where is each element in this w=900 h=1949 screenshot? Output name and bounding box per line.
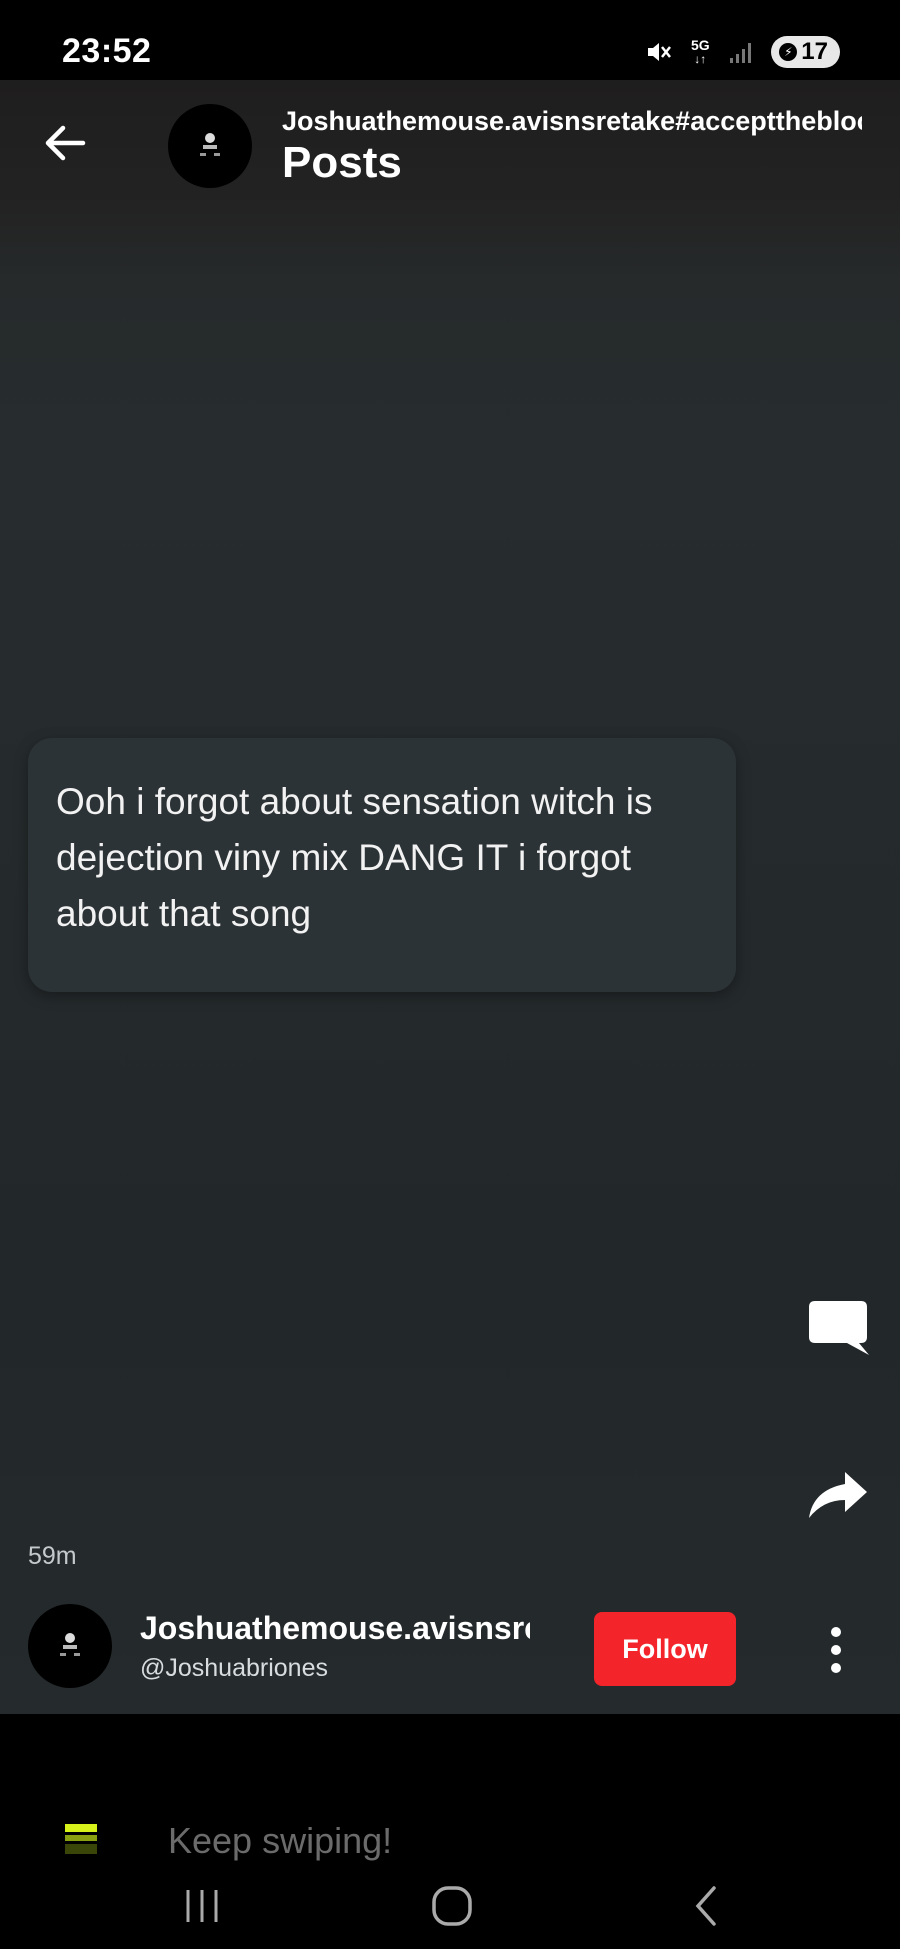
share-button[interactable] [800, 1458, 876, 1534]
top-header: Joshuathemouse.avisnsretake#accepttheblo… [0, 80, 900, 200]
keep-swiping-text: Keep swiping! [168, 1820, 393, 1861]
post-card[interactable]: Ooh i forgot about sensation witch is de… [28, 738, 736, 992]
author-row: Joshuathemouse.avisnsretake @Joshuabrion… [0, 1600, 900, 1714]
network-indicator: 5G ↓↑ [687, 38, 713, 66]
author-handle[interactable]: @Joshuabriones [140, 1654, 328, 1683]
app-logo-icon [65, 1824, 97, 1854]
signal-icon [727, 37, 757, 67]
dot [831, 1663, 841, 1673]
follow-button[interactable]: Follow [594, 1612, 736, 1686]
data-arrows-icon: ↓↑ [694, 52, 707, 66]
header-avatar[interactable] [168, 104, 252, 188]
battery-level: 17 [801, 38, 828, 65]
post-timestamp: 59m [28, 1542, 77, 1570]
recent-apps-button[interactable] [172, 1878, 232, 1934]
author-name[interactable]: Joshuathemouse.avisnsretake [140, 1610, 530, 1647]
avatar-image [200, 133, 220, 156]
header-username: Joshuathemouse.avisnsretake#accepttheblo… [282, 106, 862, 136]
arrow-left-icon [45, 125, 86, 161]
chevron-left-icon [695, 1886, 716, 1926]
network-label: 5G [690, 37, 710, 53]
home-icon [432, 1886, 472, 1926]
status-icons: 5G ↓↑ ⚡ 17 [643, 34, 840, 70]
home-button[interactable] [422, 1878, 482, 1934]
status-time: 23:52 [62, 32, 152, 70]
keep-swiping-hint: Keep swiping! [0, 1816, 900, 1864]
author-avatar[interactable] [28, 1604, 112, 1688]
status-bar: 23:52 5G ↓↑ ⚡ 17 [0, 0, 900, 80]
more-options-button[interactable] [818, 1614, 854, 1686]
post-text: Ooh i forgot about sensation witch is de… [56, 781, 653, 934]
battery-icon: ⚡ 17 [771, 36, 840, 68]
share-arrow-icon [809, 1472, 867, 1518]
system-nav-bar [0, 1864, 900, 1949]
dot [831, 1627, 841, 1637]
post-viewer: Joshuathemouse.avisnsretake#accepttheblo… [0, 80, 900, 1714]
comment-bubble-icon [809, 1301, 869, 1355]
dot [831, 1645, 841, 1655]
page-title: Posts [282, 138, 402, 187]
back-button[interactable] [40, 118, 90, 168]
battery-saver-icon: ⚡ [779, 43, 798, 61]
bottom-area: Keep swiping! [0, 1714, 900, 1949]
recent-apps-icon [186, 1890, 218, 1922]
mute-icon [643, 37, 673, 67]
avatar-image [60, 1633, 80, 1656]
system-back-button[interactable] [676, 1878, 736, 1934]
comment-button[interactable] [800, 1290, 876, 1366]
